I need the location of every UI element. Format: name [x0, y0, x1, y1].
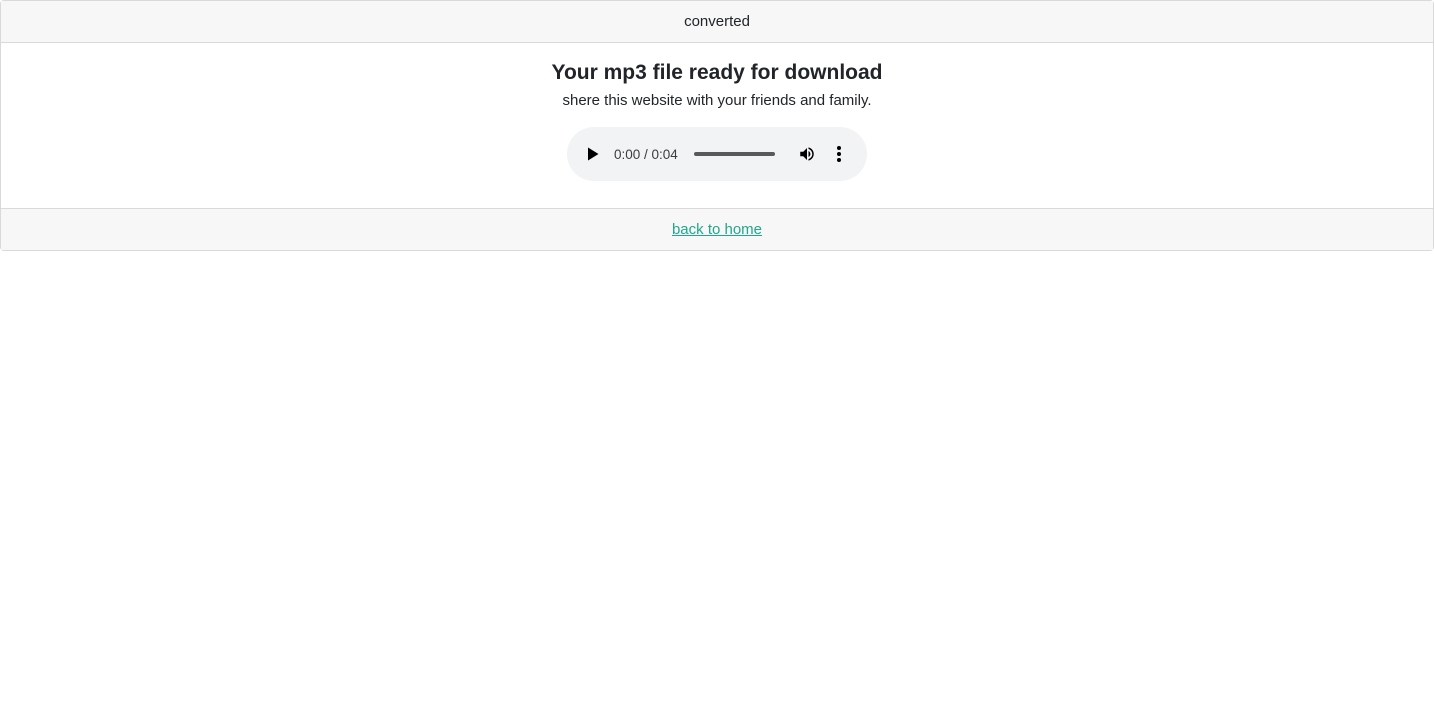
more-vertical-icon — [836, 146, 841, 162]
volume-button[interactable] — [797, 144, 817, 164]
play-icon — [588, 147, 599, 161]
card-footer: back to home — [1, 208, 1433, 250]
play-button[interactable] — [585, 146, 601, 162]
volume-icon — [800, 147, 814, 161]
converter-card: converted Your mp3 file ready for downlo… — [0, 0, 1434, 251]
more-options-button[interactable] — [829, 144, 849, 164]
card-header: converted — [1, 1, 1433, 43]
back-to-home-link[interactable]: back to home — [672, 221, 762, 238]
page-title: Your mp3 file ready for download — [551, 61, 883, 84]
audio-player: 0:00 / 0:04 — [567, 127, 867, 181]
seek-slider[interactable] — [693, 152, 775, 156]
header-title: converted — [684, 13, 750, 30]
time-display: 0:00 / 0:04 — [614, 146, 678, 162]
card-body: Your mp3 file ready for download shere t… — [1, 43, 1433, 208]
page-subtitle: shere this website with your friends and… — [562, 92, 872, 109]
